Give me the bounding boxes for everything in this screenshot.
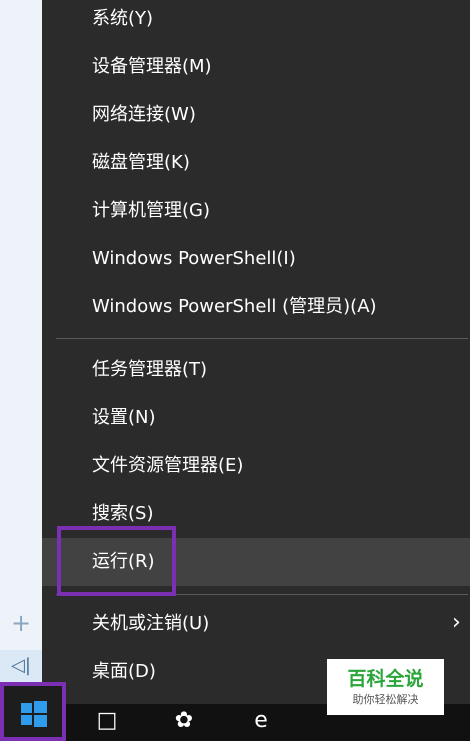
- menu-item-system[interactable]: 系统(Y): [42, 0, 470, 43]
- edge-icon[interactable]: e: [246, 706, 276, 736]
- watermark-subtitle: 助你轻松解决: [352, 693, 419, 706]
- menu-item-task-manager[interactable]: 任务管理器(T): [42, 346, 470, 394]
- menu-item-shutdown-label: 关机或注销(U): [92, 613, 210, 634]
- chevron-right-icon: ›: [452, 610, 461, 635]
- plus-icon[interactable]: +: [10, 611, 32, 635]
- menu-item-device-manager[interactable]: 设备管理器(M): [42, 43, 470, 91]
- task-view-icon[interactable]: □: [92, 706, 122, 736]
- menu-item-file-explorer[interactable]: 文件资源管理器(E): [42, 442, 470, 490]
- windows-logo-icon: [21, 701, 47, 727]
- app-icon[interactable]: ✿: [168, 706, 200, 736]
- power-user-menu: 系统(Y) 设备管理器(M) 网络连接(W) 磁盘管理(K) 计算机管理(G) …: [42, 0, 470, 704]
- watermark: 百科全说 助你轻松解决: [327, 659, 444, 715]
- collapse-left-icon[interactable]: ◁|: [0, 650, 42, 682]
- menu-item-shutdown-signout[interactable]: 关机或注销(U) ›: [42, 600, 470, 648]
- menu-item-powershell-admin[interactable]: Windows PowerShell (管理员)(A): [42, 283, 470, 331]
- menu-item-disk-management[interactable]: 磁盘管理(K): [42, 139, 470, 187]
- start-button[interactable]: [0, 682, 66, 741]
- menu-item-settings[interactable]: 设置(N): [42, 394, 470, 442]
- menu-item-network-connections[interactable]: 网络连接(W): [42, 91, 470, 139]
- menu-separator: [56, 338, 468, 339]
- menu-item-computer-management[interactable]: 计算机管理(G): [42, 187, 470, 235]
- annotation-box: [57, 526, 176, 596]
- background-app-strip: + ◁|: [0, 0, 43, 704]
- menu-item-powershell[interactable]: Windows PowerShell(I): [42, 235, 470, 283]
- watermark-title: 百科全说: [347, 668, 424, 690]
